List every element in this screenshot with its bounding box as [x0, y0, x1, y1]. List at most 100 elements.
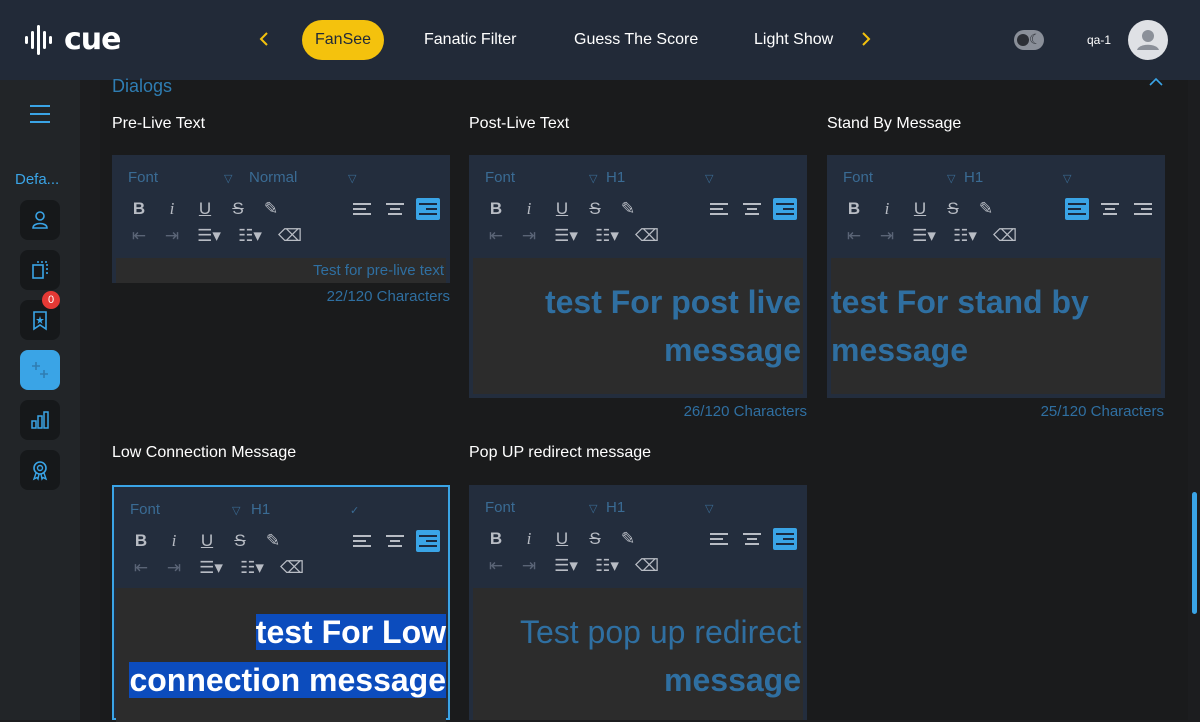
tab-light-show[interactable]: Light Show [741, 20, 846, 60]
size-select[interactable]: H1 [251, 501, 270, 518]
align-right-icon[interactable] [416, 530, 440, 552]
align-left-icon[interactable] [1065, 198, 1089, 220]
strikethrough-icon[interactable]: S [586, 529, 604, 549]
align-center-icon[interactable] [740, 198, 764, 220]
bold-icon[interactable]: B [132, 531, 150, 551]
sidebar-item-analytics[interactable] [20, 400, 60, 440]
sidebar-item-users[interactable] [20, 200, 60, 240]
bold-icon[interactable]: B [487, 199, 505, 219]
size-select[interactable]: Normal [249, 169, 297, 186]
strikethrough-icon[interactable]: S [231, 531, 249, 551]
clear-format-icon[interactable]: ⌫ [993, 226, 1017, 246]
bold-icon[interactable]: B [845, 199, 863, 219]
nav-next-arrow-icon[interactable] [860, 28, 872, 56]
chevron-down-icon[interactable]: ▽ [224, 172, 232, 185]
size-select[interactable]: H1 [606, 499, 625, 516]
highlighter-icon[interactable]: ✎ [619, 529, 637, 549]
sidebar-item-awards[interactable] [20, 450, 60, 490]
chevron-down-icon[interactable]: ▽ [348, 172, 356, 185]
tab-fanatic-filter[interactable]: Fanatic Filter [411, 20, 529, 60]
tab-fansee[interactable]: FanSee [302, 20, 385, 60]
size-select[interactable]: H1 [964, 169, 983, 186]
numbered-list-icon[interactable]: ☰▾ [553, 226, 579, 246]
indent-icon[interactable]: ⇥ [165, 558, 183, 578]
font-select[interactable]: Font [485, 499, 515, 516]
chevron-down-icon[interactable]: ▽ [947, 172, 955, 185]
numbered-list-icon[interactable]: ☰▾ [911, 226, 937, 246]
popup-redirect-textbox[interactable]: Test pop up redirect message [473, 588, 803, 720]
italic-icon[interactable]: i [520, 199, 538, 219]
clear-format-icon[interactable]: ⌫ [278, 226, 302, 246]
bullet-list-icon[interactable]: ☷▾ [594, 556, 620, 576]
highlighter-icon[interactable]: ✎ [264, 531, 282, 551]
chevron-down-icon[interactable]: ▽ [1063, 172, 1071, 185]
underline-icon[interactable]: U [198, 531, 216, 551]
align-left-icon[interactable] [707, 198, 731, 220]
clear-format-icon[interactable]: ⌫ [635, 556, 659, 576]
font-select[interactable]: Font [843, 169, 873, 186]
italic-icon[interactable]: i [520, 529, 538, 549]
strikethrough-icon[interactable]: S [586, 199, 604, 219]
stand-by-textbox[interactable]: test For stand by message [831, 258, 1161, 394]
highlighter-icon[interactable]: ✎ [262, 199, 280, 219]
collapse-chevron-up-icon[interactable] [1148, 74, 1164, 92]
theme-toggle[interactable]: ☾ [1014, 30, 1044, 50]
outdent-icon[interactable]: ⇤ [487, 556, 505, 576]
highlighter-icon[interactable]: ✎ [619, 199, 637, 219]
indent-icon[interactable]: ⇥ [878, 226, 896, 246]
bullet-list-icon[interactable]: ☷▾ [237, 226, 263, 246]
align-center-icon[interactable] [740, 528, 764, 550]
nav-prev-arrow-icon[interactable] [258, 28, 270, 56]
align-center-icon[interactable] [383, 530, 407, 552]
font-select[interactable]: Font [128, 169, 158, 186]
low-connection-textbox[interactable]: test For Low connection message [116, 588, 446, 722]
strikethrough-icon[interactable]: S [229, 199, 247, 219]
align-center-icon[interactable] [1098, 198, 1122, 220]
numbered-list-icon[interactable]: ☰▾ [553, 556, 579, 576]
bold-icon[interactable]: B [130, 199, 148, 219]
logo[interactable]: cue [24, 22, 121, 57]
bold-icon[interactable]: B [487, 529, 505, 549]
post-live-textbox[interactable]: test For post live message [473, 258, 803, 394]
sidebar-item-dialogs[interactable] [20, 350, 60, 390]
font-select[interactable]: Font [485, 169, 515, 186]
align-right-icon[interactable] [773, 198, 797, 220]
italic-icon[interactable]: i [163, 199, 181, 219]
clear-format-icon[interactable]: ⌫ [635, 226, 659, 246]
align-right-icon[interactable] [1131, 198, 1155, 220]
chevron-down-icon[interactable]: ▽ [232, 504, 240, 517]
chevron-down-icon[interactable]: ▽ [705, 172, 713, 185]
chevron-down-icon[interactable]: ▽ [589, 502, 597, 515]
numbered-list-icon[interactable]: ☰▾ [198, 558, 224, 578]
indent-icon[interactable]: ⇥ [520, 226, 538, 246]
highlighter-icon[interactable]: ✎ [977, 199, 995, 219]
underline-icon[interactable]: U [553, 529, 571, 549]
numbered-list-icon[interactable]: ☰▾ [196, 226, 222, 246]
sidebar-project-label[interactable]: Defa... [15, 171, 59, 188]
align-right-icon[interactable] [773, 528, 797, 550]
menu-icon[interactable] [30, 105, 50, 123]
outdent-icon[interactable]: ⇤ [487, 226, 505, 246]
outdent-icon[interactable]: ⇤ [845, 226, 863, 246]
outdent-icon[interactable]: ⇤ [132, 558, 150, 578]
sidebar-item-bookmarks[interactable]: 0 [20, 291, 60, 340]
align-right-icon[interactable] [416, 198, 440, 220]
underline-icon[interactable]: U [911, 199, 929, 219]
avatar[interactable] [1128, 20, 1168, 60]
clear-format-icon[interactable]: ⌫ [280, 558, 304, 578]
italic-icon[interactable]: i [878, 199, 896, 219]
size-select[interactable]: H1 [606, 169, 625, 186]
tab-guess-the-score[interactable]: Guess The Score [561, 20, 711, 60]
font-select[interactable]: Font [130, 501, 160, 518]
align-left-icon[interactable] [350, 530, 374, 552]
sidebar-item-screens[interactable] [20, 250, 60, 290]
bullet-list-icon[interactable]: ☷▾ [952, 226, 978, 246]
pre-live-textbox[interactable]: Test for pre-live text [116, 258, 446, 283]
chevron-down-icon[interactable]: ▽ [705, 502, 713, 515]
underline-icon[interactable]: U [553, 199, 571, 219]
bullet-list-icon[interactable]: ☷▾ [239, 558, 265, 578]
align-center-icon[interactable] [383, 198, 407, 220]
chevron-down-icon[interactable]: ▽ [589, 172, 597, 185]
bullet-list-icon[interactable]: ☷▾ [594, 226, 620, 246]
indent-icon[interactable]: ⇥ [520, 556, 538, 576]
